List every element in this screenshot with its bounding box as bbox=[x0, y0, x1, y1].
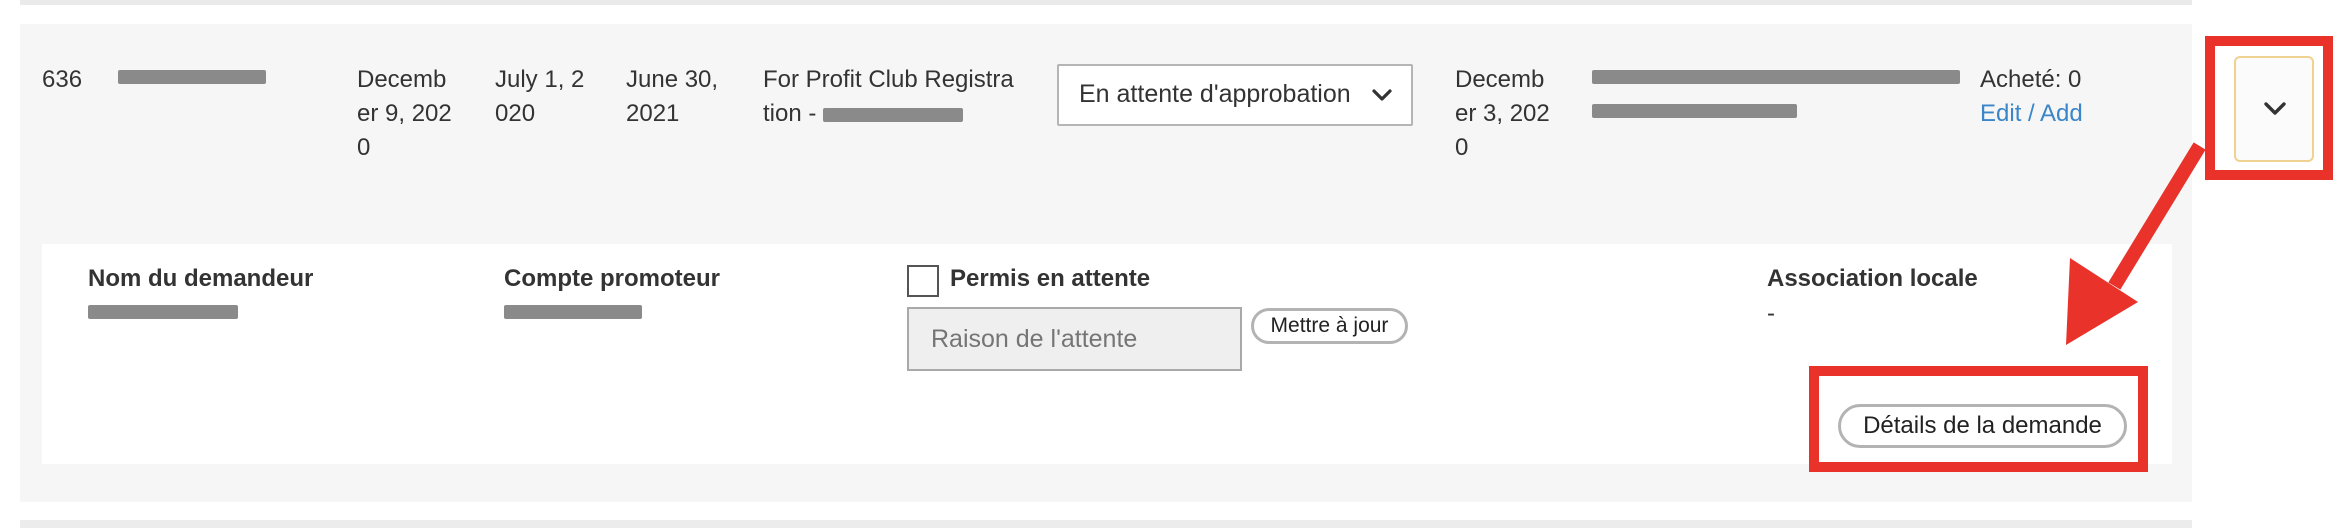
annotation-arrow bbox=[2066, 142, 2206, 345]
